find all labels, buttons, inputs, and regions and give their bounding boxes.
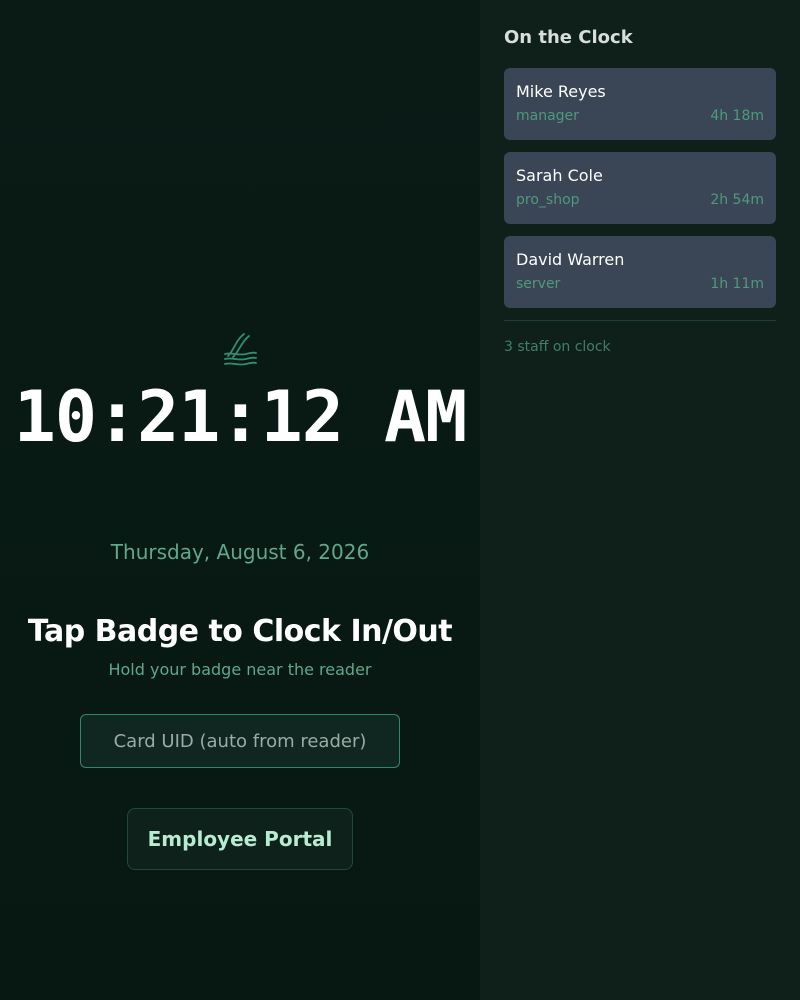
employee-portal-button[interactable]: Employee Portal — [127, 808, 353, 870]
on-the-clock-sidebar: On the Clock Mike Reyes manager 4h 18m S… — [480, 0, 800, 1000]
staff-role: pro_shop — [516, 192, 580, 208]
sidebar-title: On the Clock — [504, 27, 633, 48]
staff-card-david-warren[interactable]: David Warren server 1h 11m — [504, 236, 776, 308]
staff-card-sarah-cole[interactable]: Sarah Cole pro_shop 2h 54m — [504, 152, 776, 224]
staff-card-mike-reyes[interactable]: Mike Reyes manager 4h 18m — [504, 68, 776, 140]
staff-name: David Warren — [516, 250, 625, 269]
wave-logo-icon — [224, 333, 257, 366]
staff-name: Sarah Cole — [516, 166, 603, 185]
staff-meta: pro_shop 2h 54m — [516, 190, 764, 210]
card-uid-input[interactable] — [80, 714, 400, 768]
staff-name: Mike Reyes — [516, 82, 606, 101]
staff-count: 3 staff on clock — [504, 339, 611, 355]
staff-meta: server 1h 11m — [516, 274, 764, 294]
badge-prompt-title: Tap Badge to Clock In/Out — [27, 614, 453, 649]
current-date: Thursday, August 6, 2026 — [110, 540, 370, 564]
staff-role: manager — [516, 108, 579, 124]
badge-prompt-subtitle: Hold your badge near the reader — [108, 660, 372, 679]
current-time: 10:21:12 AM — [13, 376, 468, 458]
staff-duration: 1h 11m — [710, 276, 764, 292]
staff-role: server — [516, 276, 561, 292]
kiosk-panel: 10:21:12 AM Thursday, August 6, 2026 Tap… — [0, 0, 480, 1000]
time-clock-kiosk: 10:21:12 AM Thursday, August 6, 2026 Tap… — [0, 0, 800, 1000]
staff-duration: 4h 18m — [710, 108, 764, 124]
staff-duration: 2h 54m — [710, 192, 764, 208]
staff-meta: manager 4h 18m — [516, 106, 764, 126]
sidebar-divider — [504, 320, 776, 321]
